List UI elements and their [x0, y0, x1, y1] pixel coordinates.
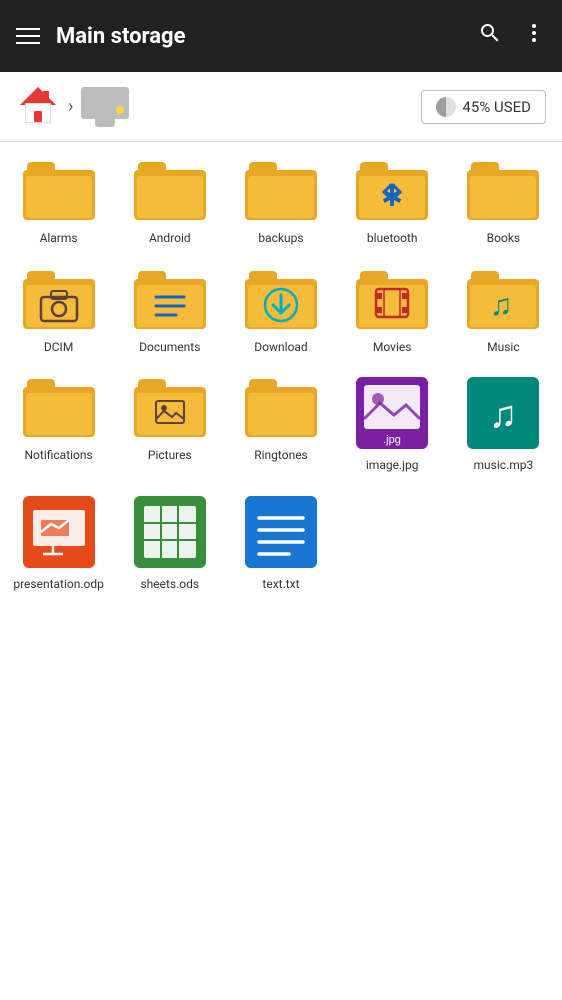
- list-item[interactable]: ♫ Music: [449, 261, 558, 364]
- used-icon: [436, 97, 456, 117]
- list-item[interactable]: Notifications: [4, 369, 113, 482]
- file-label: presentation.odp: [13, 577, 104, 593]
- file-icon: [245, 269, 317, 335]
- file-icon: [23, 269, 95, 335]
- file-label: Books: [487, 231, 520, 247]
- file-icon: [134, 496, 206, 572]
- file-label: text.txt: [262, 577, 299, 593]
- used-label: 45% USED: [462, 98, 531, 116]
- file-label: DCIM: [44, 340, 73, 356]
- list-item[interactable]: Ringtones: [226, 369, 335, 482]
- list-item[interactable]: Books: [449, 152, 558, 255]
- file-icon: [23, 160, 95, 226]
- list-item[interactable]: backups: [226, 152, 335, 255]
- more-options-button[interactable]: [522, 21, 546, 51]
- file-icon: [134, 160, 206, 226]
- file-icon: [23, 377, 95, 443]
- file-icon: [245, 496, 317, 572]
- file-icon: [23, 496, 95, 572]
- file-icon: ♫: [467, 269, 539, 335]
- menu-button[interactable]: [16, 28, 40, 44]
- file-label: backups: [258, 231, 303, 247]
- list-item[interactable]: Android: [115, 152, 224, 255]
- svg-text:.jpg: .jpg: [383, 434, 401, 446]
- list-item[interactable]: ♫ music.mp3: [449, 369, 558, 482]
- file-icon: .jpg: [356, 377, 428, 453]
- svg-text:♫: ♫: [489, 394, 518, 436]
- top-bar-actions: [478, 21, 546, 51]
- list-item[interactable]: presentation.odp: [4, 488, 113, 601]
- used-badge: 45% USED: [421, 90, 546, 124]
- breadcrumb: › 45% USED: [0, 72, 562, 142]
- file-icon: [245, 377, 317, 443]
- list-item[interactable]: sheets.ods: [115, 488, 224, 601]
- file-icon: [356, 269, 428, 335]
- breadcrumb-chevron: ›: [68, 96, 73, 117]
- list-item[interactable]: .jpg image.jpg: [338, 369, 447, 482]
- file-grid: Alarms Android backups: [0, 142, 562, 610]
- page-title: Main storage: [56, 24, 462, 49]
- file-icon: [245, 160, 317, 226]
- file-label: Notifications: [24, 448, 92, 464]
- file-label: Movies: [373, 340, 412, 356]
- file-icon: [134, 269, 206, 335]
- top-bar: Main storage: [0, 0, 562, 72]
- search-button[interactable]: [478, 21, 502, 51]
- file-label: image.jpg: [366, 458, 419, 474]
- file-label: music.mp3: [474, 458, 534, 474]
- list-item[interactable]: Documents: [115, 261, 224, 364]
- file-icon: ✱: [356, 160, 428, 226]
- list-item[interactable]: Download: [226, 261, 335, 364]
- file-icon: ♫: [467, 377, 539, 453]
- list-item[interactable]: ✱ bluetooth: [338, 152, 447, 255]
- list-item[interactable]: Pictures: [115, 369, 224, 482]
- list-item[interactable]: Movies: [338, 261, 447, 364]
- file-label: Pictures: [148, 448, 192, 464]
- list-item[interactable]: text.txt: [226, 488, 335, 601]
- file-label: Ringtones: [254, 448, 308, 464]
- file-label: Download: [254, 340, 307, 356]
- file-label: Android: [149, 231, 191, 247]
- file-label: bluetooth: [367, 231, 418, 247]
- file-label: sheets.ods: [140, 577, 199, 593]
- file-icon: [467, 160, 539, 226]
- list-item[interactable]: Alarms: [4, 152, 113, 255]
- list-item[interactable]: DCIM: [4, 261, 113, 364]
- file-label: Music: [487, 340, 519, 356]
- file-label: Documents: [139, 340, 200, 356]
- svg-text:♫: ♫: [490, 289, 513, 322]
- file-icon: [134, 377, 206, 443]
- file-label: Alarms: [40, 231, 78, 247]
- storage-button[interactable]: [81, 87, 129, 127]
- home-button[interactable]: [16, 83, 60, 131]
